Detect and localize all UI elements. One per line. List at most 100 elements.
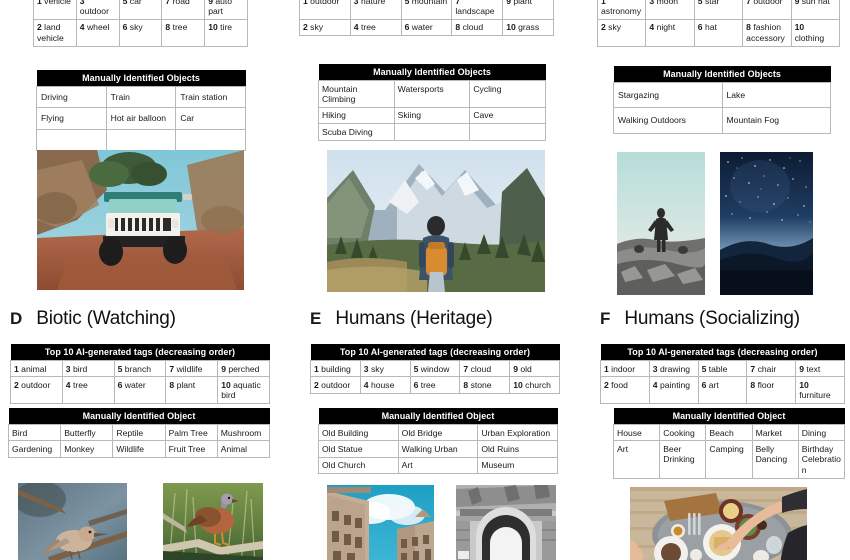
duck-on-branch-image	[163, 483, 263, 560]
tag-label: sky	[310, 22, 324, 33]
table-row: House Cooking Beach Market Dining	[612, 423, 846, 442]
manual-cell: Monkey	[60, 440, 114, 458]
table-row: 2 outdoor 4 tree 6 water 8 plant 10 aqua…	[10, 376, 270, 405]
tag-label: table	[708, 363, 728, 374]
panel-c-photo-left	[617, 152, 705, 295]
panel-d-tags-table: Top 10 AI-generated tags (decreasing ord…	[10, 344, 270, 405]
tag-rank: 4	[353, 22, 359, 33]
table-row: 1 animal 3 bird 5 branch 7 wildlife 9 pe…	[10, 359, 270, 378]
tag-rank: 10	[794, 22, 805, 33]
manual-cell: Walking Outdoors	[613, 107, 723, 134]
tag-label: floor	[757, 379, 775, 390]
tag-label: stone	[470, 379, 492, 390]
panel-b-photo	[327, 150, 545, 292]
tag-label: hat	[704, 22, 717, 33]
tag-rank: 1	[601, 0, 606, 6]
tag-rank: 3	[79, 0, 85, 6]
manual-cell: Watersports	[393, 80, 471, 108]
tag-label: landscape	[455, 5, 495, 16]
manual-cell: Driving	[36, 85, 107, 109]
tag-label: cloud	[462, 22, 484, 33]
tag-rank: 6	[413, 379, 419, 390]
panel-d-heading: D Biotic (Watching)	[10, 308, 270, 338]
panel-e-photo-left	[327, 485, 434, 560]
tag-rank: 5	[413, 363, 419, 374]
manual-cell: Old Church	[318, 456, 399, 475]
table-row: Old Building Old Bridge Urban Exploratio…	[318, 423, 558, 442]
tag-rank: 8	[455, 22, 461, 33]
panel-e-tags-table: Top 10 AI-generated tags (decreasing ord…	[310, 344, 560, 394]
manual-cell: Dining	[797, 423, 846, 442]
tag-label: furniture	[799, 390, 831, 401]
tag-rank: 3	[649, 0, 655, 6]
panel-f-title: Humans (Socializing)	[624, 308, 800, 329]
tag-rank: 7	[169, 363, 175, 374]
panel-e-photo-right	[456, 485, 556, 560]
manual-cell: Flying	[36, 107, 107, 130]
tag-rank: 2	[14, 379, 19, 390]
tag-rank: 6	[117, 379, 123, 390]
tag-rank: 3	[363, 363, 369, 374]
panel-d-title: Biotic (Watching)	[36, 308, 176, 329]
tag-rank: 9	[506, 0, 511, 6]
tag-rank: 6	[697, 22, 703, 33]
figure-page: Top 10 AI-generated tags (decreasing ord…	[0, 0, 850, 560]
manual-cell: Beer Drinking	[659, 440, 707, 479]
panel-f: F Humans (Socializing) Top 10 AI-generat…	[600, 308, 845, 405]
manual-cell: Belly Dancing	[751, 440, 799, 479]
panel-a-manual-table: Manually Identified Objects Driving Trai…	[36, 70, 246, 152]
tag-rank: 7	[455, 0, 461, 6]
manual-cell: Art	[612, 440, 661, 479]
tag-label: astronomy	[601, 5, 642, 16]
table-row: Bird Butterfly Reptile Palm Tree Mushroo…	[7, 423, 271, 442]
panel-d-manual-table: Manually Identified Object Bird Butterfl…	[7, 408, 271, 458]
manual-cell: Animal	[216, 440, 271, 458]
manual-cell	[469, 123, 546, 141]
tag-rank: 9	[513, 363, 518, 374]
panel-b-manual: Manually Identified Objects Mountain Cli…	[318, 64, 546, 141]
tag-label: tree	[360, 22, 376, 33]
tag-rank: 3	[353, 0, 359, 6]
tag-rank: 8	[165, 22, 171, 33]
perched-bird-image	[18, 483, 127, 560]
manual-cell: Lake	[721, 81, 831, 109]
panel-f-tags-header: Top 10 AI-generated tags (decreasing ord…	[600, 344, 845, 361]
manual-cell: Gardening	[7, 440, 62, 458]
tag-label: bird	[72, 363, 88, 374]
panel-a: Top 10 AI-generated tags (decreasing ord…	[33, 0, 248, 47]
heritage-building-image	[327, 485, 434, 560]
table-row: Walking Outdoors Mountain Fog	[613, 107, 831, 134]
panel-b-tags-table: Top 10 AI-generated tags (decreasing ord…	[299, 0, 554, 37]
table-row: Scuba Diving	[318, 123, 546, 141]
manual-cell: Old Building	[318, 423, 399, 442]
manual-cell: Old Statue	[318, 440, 399, 458]
tag-rank: 3	[65, 363, 71, 374]
panel-b-manual-header: Manually Identified Objects	[318, 64, 546, 81]
tag-label: food	[611, 379, 628, 390]
tag-rank: 9	[799, 363, 804, 374]
tag-rank: 1	[604, 363, 609, 374]
table-row: Art Beer Drinking Camping Belly Dancing …	[612, 440, 846, 479]
tag-rank: 4	[65, 379, 71, 390]
tag-label: branch	[124, 363, 152, 374]
manual-cell: Mushroom	[216, 423, 271, 442]
hiker-mountain-image	[327, 150, 545, 292]
tag-rank: 7	[463, 363, 469, 374]
tag-label: chair	[757, 363, 777, 374]
manual-cell: Fruit Tree	[164, 440, 218, 458]
tag-label: wheel	[86, 22, 110, 33]
panel-d-manual: Manually Identified Object Bird Butterfl…	[7, 408, 271, 458]
table-row: 1 vehicle 3 outdoor 5 car 7 road 9 auto …	[33, 0, 248, 20]
tag-rank: 6	[122, 22, 128, 33]
tag-rank: 9	[221, 363, 226, 374]
manual-cell: Palm Tree	[164, 423, 218, 442]
panel-c-manual-header: Manually Identified Objects	[613, 66, 831, 83]
manual-cell: Camping	[705, 440, 753, 479]
tag-label: animal	[21, 363, 47, 374]
tag-label: water	[124, 379, 146, 390]
manual-cell: Cave	[469, 106, 546, 125]
panel-e-tags-header: Top 10 AI-generated tags (decreasing ord…	[310, 344, 560, 361]
tag-label: clothing	[794, 32, 825, 43]
panel-d-tags-header: Top 10 AI-generated tags (decreasing ord…	[10, 344, 270, 361]
tag-label: vehicle	[44, 0, 71, 6]
